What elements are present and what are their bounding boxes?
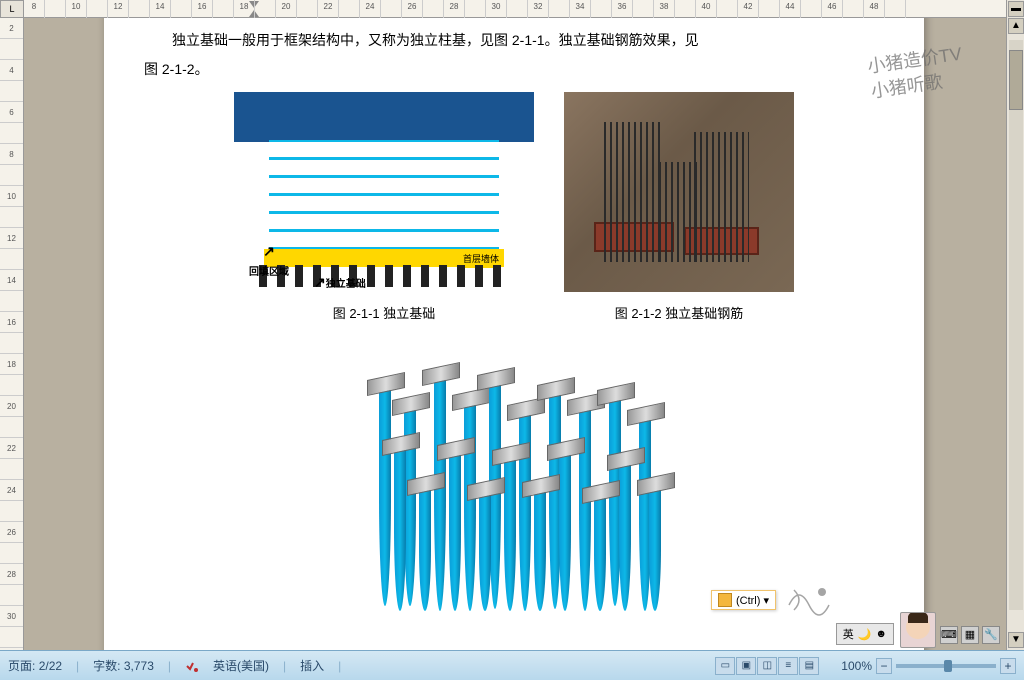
figure-1-image[interactable]: 首层墙体 ↗回填区域 ↗独立基础 bbox=[234, 92, 534, 292]
figure-1: 首层墙体 ↗回填区域 ↗独立基础 图 2-1-1 独立基础 bbox=[234, 92, 534, 325]
ime-indicator[interactable]: 英 🌙 ☻ bbox=[836, 623, 894, 645]
keyboard-icon[interactable]: ⌨ bbox=[940, 626, 958, 644]
right-scrollbar-area: ▬ ▲ ▼ bbox=[1006, 0, 1024, 650]
proofing-icon[interactable] bbox=[185, 658, 199, 673]
page-content: 独立基础一般用于框架结构中，又称为独立柱基，见图 2-1-1。独立基础钢筋效果，… bbox=[104, 18, 924, 650]
language-indicator[interactable]: 英语(美国) bbox=[213, 657, 269, 674]
scroll-down-button[interactable]: ▼ bbox=[1008, 632, 1024, 648]
insert-mode[interactable]: 插入 bbox=[300, 657, 324, 674]
word-count[interactable]: 字数: 3,773 bbox=[93, 657, 154, 674]
zoom-out-button[interactable]: − bbox=[876, 658, 892, 674]
outline-view-button[interactable]: ≡ bbox=[778, 657, 798, 675]
status-bar: 页面: 2/22 | 字数: 3,773 | 英语(美国) | 插入 | ▭ ▣… bbox=[0, 650, 1024, 680]
document-page[interactable]: 独立基础一般用于框架结构中，又称为独立柱基，见图 2-1-1。独立基础钢筋效果，… bbox=[104, 18, 924, 650]
zoom-slider-thumb[interactable] bbox=[944, 660, 952, 672]
backfill-label: ↗回填区域 bbox=[249, 239, 289, 282]
zoom-in-button[interactable]: + bbox=[1000, 658, 1016, 674]
print-layout-view-button[interactable]: ▭ bbox=[715, 657, 735, 675]
scrollbar-track[interactable] bbox=[1009, 40, 1023, 610]
zoom-control: 100% − + bbox=[841, 658, 1016, 674]
moon-icon: 🌙 bbox=[858, 628, 872, 641]
paragraph-1[interactable]: 独立基础一般用于框架结构中，又称为独立柱基，见图 2-1-1。独立基础钢筋效果，… bbox=[144, 28, 884, 53]
figure-2: 图 2-1-2 独立基础钢筋 bbox=[564, 92, 794, 325]
foundation-label: ↗独立基础 bbox=[314, 270, 366, 295]
ime-tray: 英 🌙 ☻ ⌨ ▦ 🔧 bbox=[804, 590, 1004, 650]
ime-tools: ⌨ ▦ 🔧 bbox=[940, 626, 1000, 644]
figure-1-caption[interactable]: 图 2-1-1 独立基础 bbox=[234, 302, 534, 325]
paragraph-2[interactable]: 图 2-1-2。 bbox=[144, 57, 884, 82]
figure-3-image[interactable] bbox=[339, 356, 689, 636]
draft-view-button[interactable]: ▤ bbox=[799, 657, 819, 675]
web-layout-view-button[interactable]: ◫ bbox=[757, 657, 777, 675]
figure-row: 首层墙体 ↗回填区域 ↗独立基础 图 2-1-1 独立基础 图 2-1-2 独立… bbox=[144, 92, 884, 325]
grid-icon[interactable]: ▦ bbox=[961, 626, 979, 644]
tray-decoration bbox=[784, 580, 834, 630]
clipboard-icon bbox=[718, 593, 732, 607]
scroll-up-button[interactable]: ▲ bbox=[1008, 18, 1024, 34]
vertical-ruler[interactable]: 24681012141618202224262830 bbox=[0, 18, 24, 650]
ruler-corner: L bbox=[0, 0, 24, 18]
settings-icon[interactable]: 🔧 bbox=[982, 626, 1000, 644]
page-indicator[interactable]: 页面: 2/22 bbox=[8, 657, 62, 674]
document-viewport: 独立基础一般用于框架结构中，又称为独立柱基，见图 2-1-1。独立基础钢筋效果，… bbox=[24, 18, 1006, 650]
zoom-slider[interactable] bbox=[896, 664, 996, 668]
smile-icon: ☻ bbox=[875, 628, 887, 640]
scrollbar-thumb[interactable] bbox=[1009, 50, 1023, 110]
view-buttons: ▭ ▣ ◫ ≡ ▤ bbox=[715, 657, 819, 675]
fullscreen-view-button[interactable]: ▣ bbox=[736, 657, 756, 675]
split-button[interactable]: ▬ bbox=[1008, 1, 1024, 17]
ime-avatar[interactable] bbox=[900, 612, 936, 648]
figure-2-caption[interactable]: 图 2-1-2 独立基础钢筋 bbox=[564, 302, 794, 325]
paste-options-button[interactable]: (Ctrl) ▾ bbox=[711, 590, 776, 610]
figure-2-image[interactable] bbox=[564, 92, 794, 292]
zoom-level[interactable]: 100% bbox=[841, 659, 872, 673]
horizontal-ruler[interactable]: 8101214161820222426283032343638404244464… bbox=[24, 0, 1006, 18]
